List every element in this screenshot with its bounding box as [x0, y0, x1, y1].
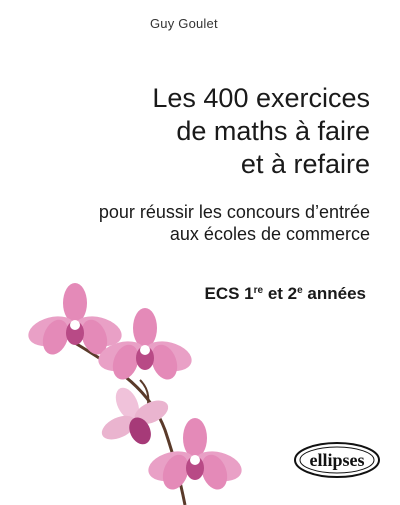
title-line-1: Les 400 exercices — [152, 83, 370, 113]
subtitle-line-2: aux écoles de commerce — [169, 224, 370, 244]
orchid-illustration-icon — [28, 283, 242, 505]
publisher-name: ellipses — [309, 450, 365, 470]
title-line-3: et à refaire — [240, 149, 370, 179]
orchid-flower-3 — [101, 387, 169, 445]
book-title: Les 400 exercices de maths à faire et à … — [70, 82, 370, 181]
title-line-2: de maths à faire — [176, 116, 370, 146]
author-name: Guy Goulet — [150, 16, 218, 31]
orchid-flower-4 — [148, 418, 242, 490]
subtitle-line-1: pour réussir les concours d’entrée — [98, 202, 370, 222]
book-subtitle: pour réussir les concours d’entrée aux é… — [10, 201, 370, 245]
publisher-logo: ellipses — [292, 440, 382, 480]
level-suffix: années — [302, 284, 366, 303]
book-cover: Guy Goulet Les 400 exercices de maths à … — [0, 0, 400, 505]
